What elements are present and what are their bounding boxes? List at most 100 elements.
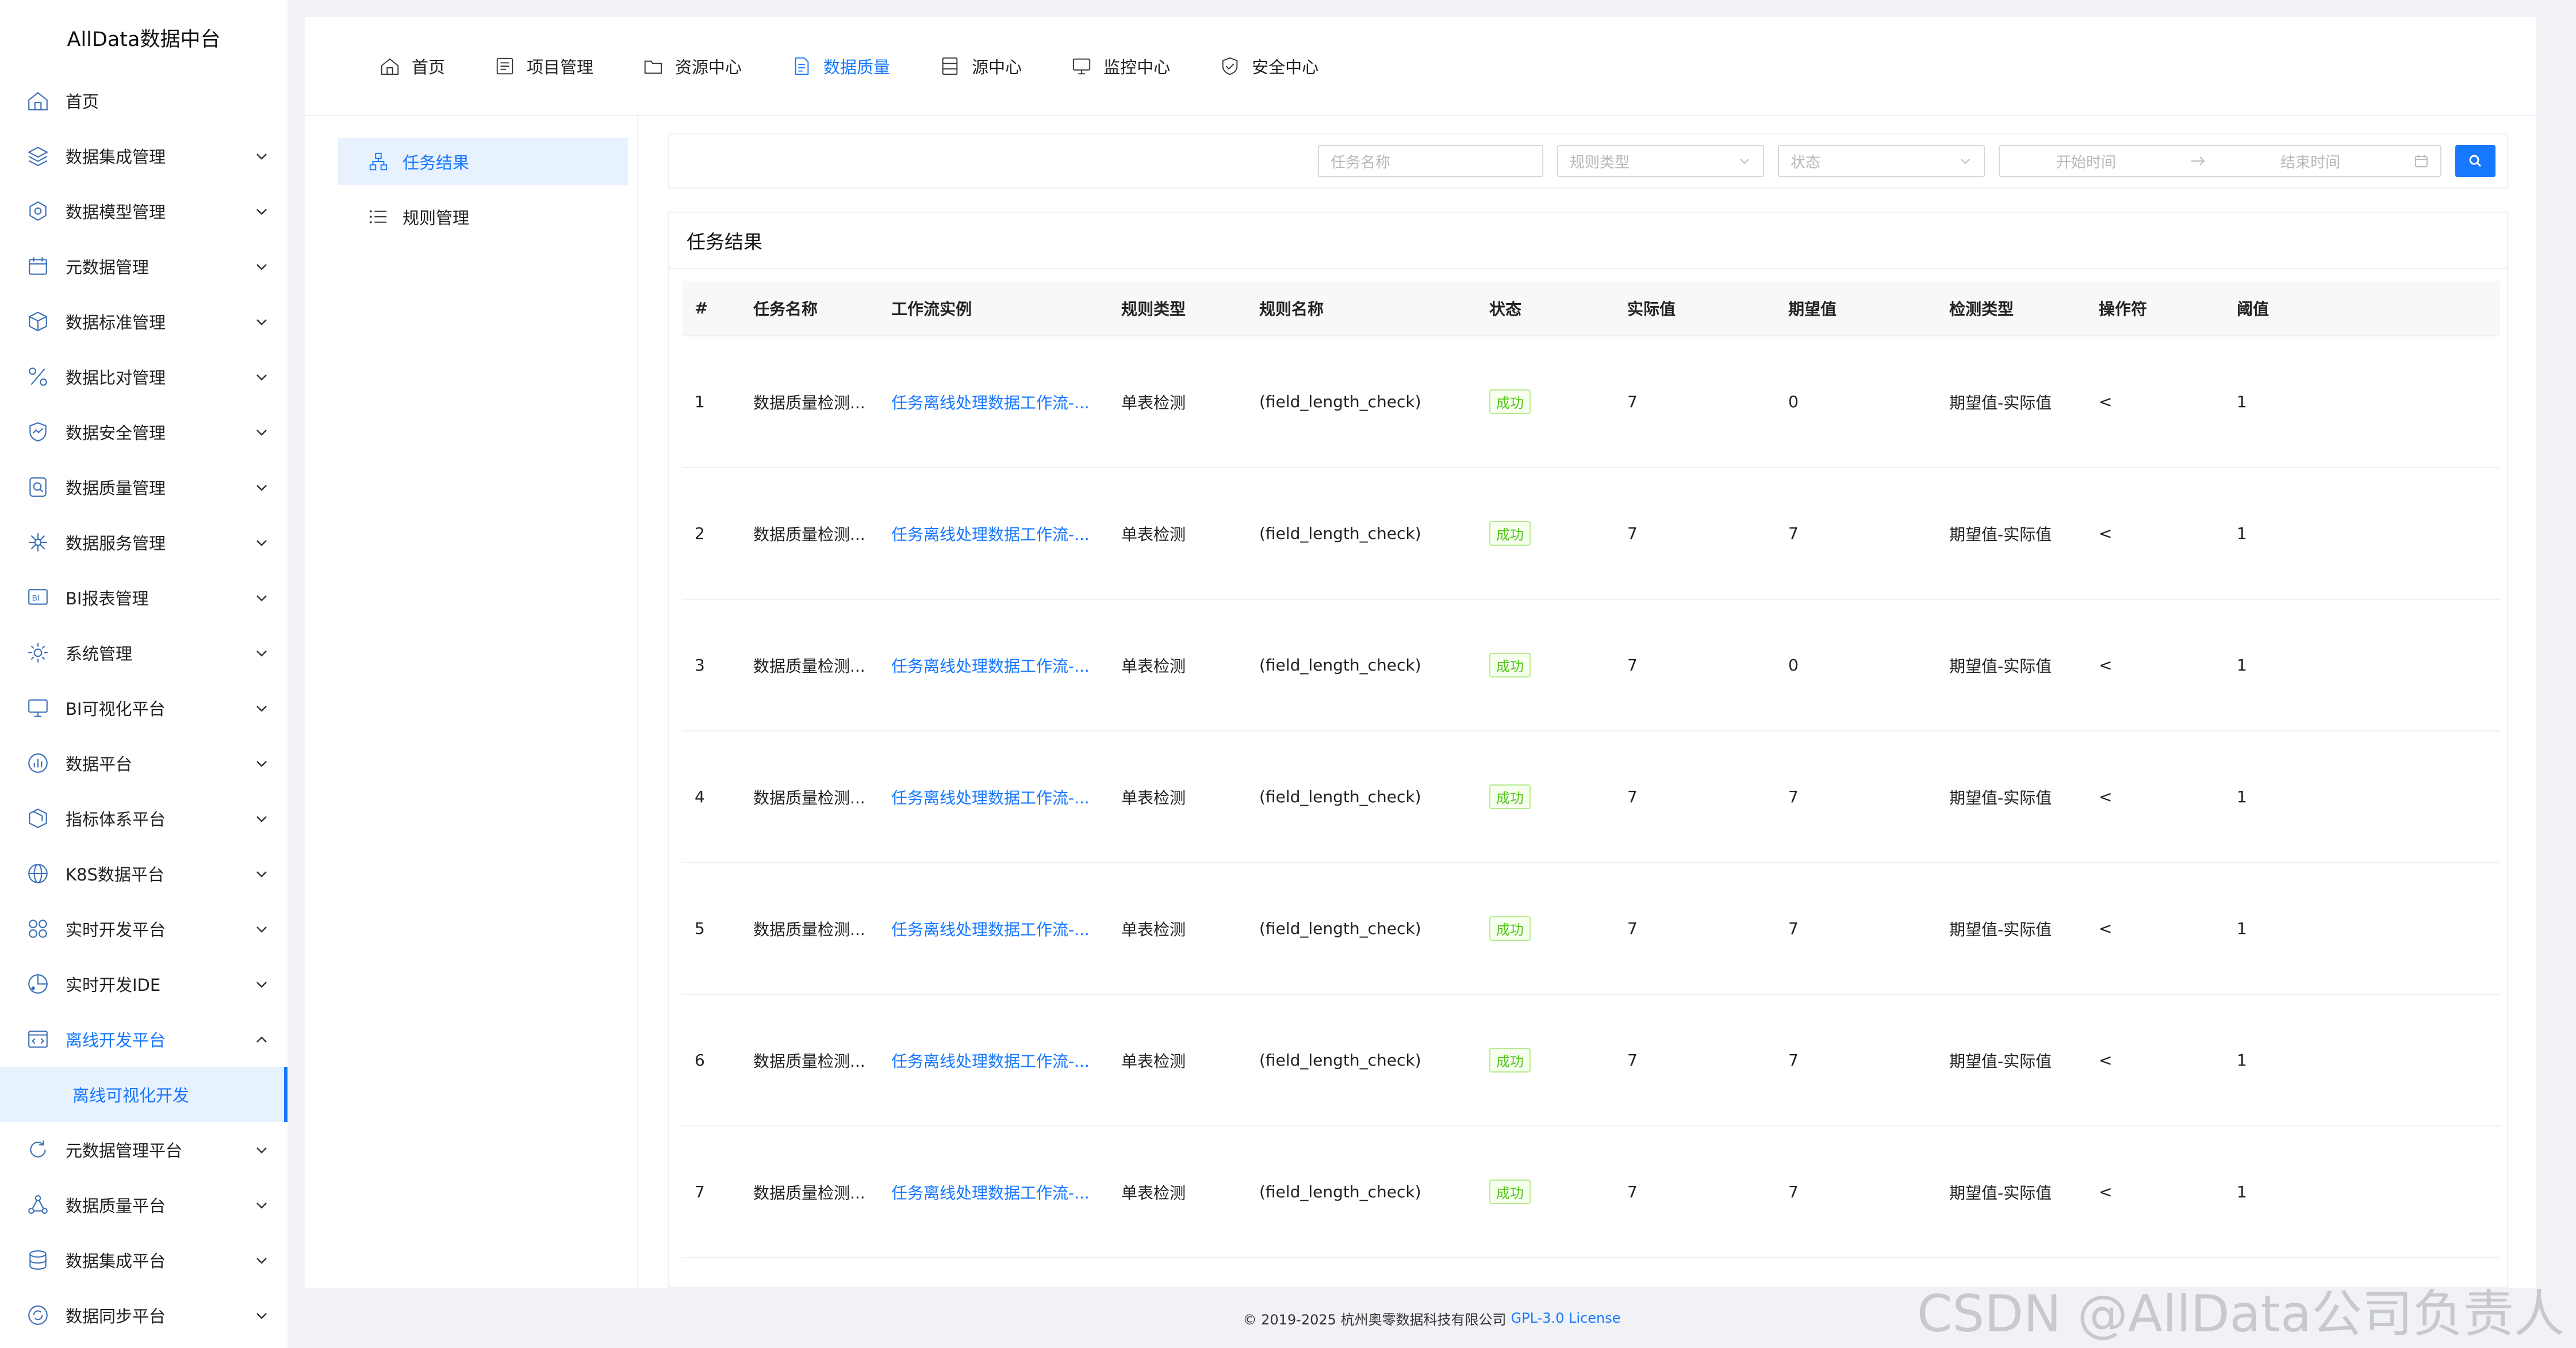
sidebar-item-5[interactable]: 数据比对管理 [0, 349, 288, 404]
cell-rule-name: (field_length_check) [1247, 336, 1477, 468]
menu-toggle[interactable] [253, 534, 270, 551]
sidebar-subitem-offline-visual-dev[interactable]: 离线可视化开发 [0, 1067, 288, 1122]
menu-toggle[interactable] [253, 313, 270, 330]
sidebar-item-9[interactable]: BI BI报表管理 [0, 570, 288, 625]
leftnav-item-0[interactable]: 任务结果 [338, 138, 628, 185]
sidebar-item-10[interactable]: 系统管理 [0, 625, 288, 680]
sidebar-item-2[interactable]: 数据模型管理 [0, 183, 288, 239]
tab-6[interactable]: 安全中心 [1218, 54, 1318, 78]
cell-rule-name: (field_length_check) [1247, 731, 1477, 863]
sidebar-item-8[interactable]: 数据服务管理 [0, 515, 288, 570]
cell-actual: 7 [1615, 336, 1776, 468]
menu-toggle[interactable] [253, 202, 270, 220]
sidebar-item-3[interactable]: 元数据管理 [0, 239, 288, 294]
sidebar-item-after-3[interactable]: 数据同步平台 [0, 1288, 288, 1343]
workflow-instance-link[interactable]: 任务离线处理数据工作流-... [879, 994, 1109, 1127]
sidebar-item-16[interactable]: 实时开发IDE [0, 956, 288, 1012]
sidebar-item-7[interactable]: 数据质量管理 [0, 459, 288, 515]
workflow-instance-link[interactable]: 任务离线处理数据工作流-... [879, 731, 1109, 863]
workflow-instance-link[interactable]: 任务离线处理数据工作流-... [879, 336, 1109, 468]
menu-toggle[interactable] [253, 589, 270, 606]
sidebar-item-14[interactable]: K8S数据平台 [0, 846, 288, 901]
sidebar-item-6[interactable]: 数据安全管理 [0, 404, 288, 459]
menu-toggle[interactable] [253, 644, 270, 661]
chevron-down-icon [256, 1258, 267, 1264]
column-header: 任务名称 [741, 281, 879, 336]
workflow-instance-link[interactable]: 任务离线处理数据工作流-... [879, 468, 1109, 600]
workflow-instance-link[interactable]: 任务离线处理数据工作流-... [879, 863, 1109, 995]
tab-0[interactable]: 首页 [378, 54, 445, 78]
cell-operator: < [2086, 468, 2224, 600]
results-table-wrapper[interactable]: #任务名称工作流实例规则类型规则名称状态实际值期望值检测类型操作符阈值失败策略 … [682, 281, 2500, 1289]
left-nav: 任务结果 规则管理 [305, 116, 638, 1288]
menu-toggle[interactable] [253, 258, 270, 275]
table-row: 6 数据质量检测... 任务离线处理数据工作流-... 单表检测 (field_leng… [682, 994, 2500, 1127]
tab-1[interactable]: 项目管理 [493, 54, 593, 78]
rule-type-select[interactable]: 规则类型 [1557, 145, 1764, 177]
menu-toggle[interactable] [253, 755, 270, 772]
top-nav: 首页 项目管理 资源中心 数据质量 源中心 监控中心 安全中心 [305, 17, 2536, 116]
sidebar-item-17[interactable]: 离线开发平台 [0, 1012, 288, 1067]
cell-operator: < [2086, 1126, 2224, 1258]
menu-toggle[interactable] [253, 368, 270, 385]
box-icon [25, 806, 51, 831]
menu-toggle[interactable] [253, 147, 270, 164]
sidebar-item-13[interactable]: 指标体系平台 [0, 791, 288, 846]
menu-toggle[interactable] [253, 975, 270, 993]
menu-toggle[interactable] [253, 1141, 270, 1158]
menu-toggle[interactable] [253, 810, 270, 827]
sidebar-item-12[interactable]: 数据平台 [0, 736, 288, 791]
chevron-down-icon [256, 1313, 267, 1319]
sidebar-item-label: BI报表管理 [66, 589, 149, 608]
sidebar-item-4[interactable]: 数据标准管理 [0, 294, 288, 349]
cell-actual: 7 [1615, 994, 1776, 1127]
tab-2[interactable]: 资源中心 [642, 54, 742, 78]
sidebar-item-label: 元数据管理平台 [66, 1141, 183, 1161]
cell-check-type: 期望值-实际值 [1937, 731, 2086, 863]
cell-task: 数据质量检测... [741, 1126, 879, 1258]
menu-toggle[interactable] [253, 1196, 270, 1213]
menu-toggle[interactable] [253, 865, 270, 882]
menu-toggle[interactable] [253, 699, 270, 717]
sidebar-item-after-2[interactable]: 数据集成平台 [0, 1232, 288, 1288]
status-cell: 成功 [1477, 599, 1615, 732]
cell-threshold: 1 [2224, 863, 2500, 995]
tab-4[interactable]: 源中心 [938, 54, 1022, 78]
menu-toggle[interactable] [253, 1251, 270, 1269]
globe-icon [25, 861, 51, 886]
gear-icon [25, 640, 51, 665]
license-link[interactable]: GPL-3.0 License [1511, 1310, 1621, 1326]
cell-task: 数据质量检测... [741, 731, 879, 863]
sidebar-item-11[interactable]: BI可视化平台 [0, 680, 288, 736]
workflow-instance-link[interactable]: 任务离线处理数据工作流-... [879, 1126, 1109, 1258]
leftnav-item-1[interactable]: 规则管理 [338, 193, 628, 240]
menu-toggle[interactable] [253, 1031, 270, 1048]
date-range-picker[interactable]: 开始时间 结束时间 [1999, 145, 2441, 177]
search-button[interactable] [2455, 145, 2496, 177]
tab-5[interactable]: 监控中心 [1070, 54, 1170, 78]
task-name-input[interactable]: 任务名称 [1318, 145, 1543, 177]
status-select[interactable]: 状态 [1778, 145, 1985, 177]
table-row: 3 数据质量检测... 任务离线处理数据工作流-... 单表检测 (field_leng… [682, 599, 2500, 732]
menu-toggle[interactable] [253, 423, 270, 441]
menu-toggle[interactable] [253, 1307, 270, 1324]
menu-toggle[interactable] [253, 920, 270, 937]
tab-3[interactable]: 数据质量 [790, 54, 890, 78]
cell-operator: < [2086, 599, 2224, 732]
sidebar-item-15[interactable]: 实时开发平台 [0, 901, 288, 956]
status-badge: 成功 [1489, 521, 1531, 546]
chevron-down-icon [1740, 159, 1749, 164]
sidebar-item-1[interactable]: 数据集成管理 [0, 128, 288, 183]
sidebar-item-home[interactable]: 首页 [0, 73, 288, 128]
menu-toggle[interactable] [253, 478, 270, 496]
start-time-input[interactable]: 开始时间 [2011, 151, 2161, 172]
cell-threshold: 1 [2224, 468, 2500, 600]
end-time-input[interactable]: 结束时间 [2236, 151, 2385, 172]
sidebar-item-label: 离线开发平台 [66, 1031, 166, 1050]
status-cell: 成功 [1477, 731, 1615, 863]
sync-icon [25, 1303, 51, 1328]
workflow-instance-link[interactable]: 任务离线处理数据工作流-... [879, 599, 1109, 732]
sidebar-item-after-1[interactable]: 数据质量平台 [0, 1177, 288, 1232]
sidebar-item-after-0[interactable]: 元数据管理平台 [0, 1122, 288, 1177]
calendar-icon [2415, 155, 2428, 167]
